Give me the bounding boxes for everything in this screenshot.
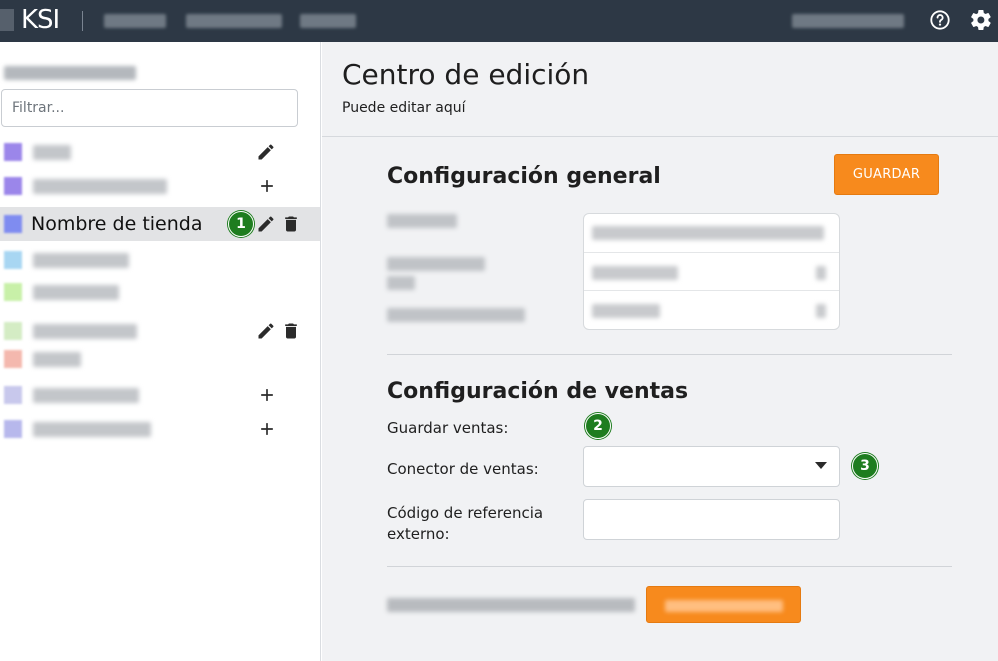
button-label-redacted: [665, 600, 783, 612]
field-value-redacted[interactable]: [592, 226, 824, 240]
delete-icon[interactable]: [281, 321, 301, 341]
sidebar-tree-item[interactable]: [0, 275, 320, 309]
item-label-redacted: [33, 285, 119, 300]
field-label-redacted: [387, 308, 525, 322]
save-button[interactable]: GUARDAR: [834, 154, 939, 195]
edit-icon[interactable]: [256, 214, 276, 234]
sales-config-title: Configuración de ventas: [387, 379, 689, 404]
field-value-redacted[interactable]: [592, 266, 678, 280]
field-label-redacted: [387, 276, 415, 290]
sidebar-tree-item[interactable]: [0, 412, 320, 446]
save-sales-label: Guardar ventas:: [387, 419, 509, 437]
general-config-title: Configuración general: [387, 164, 661, 189]
item-label-redacted: [33, 422, 151, 437]
sidebar-tree-item[interactable]: [0, 243, 320, 277]
page-title: Centro de edición: [342, 58, 590, 91]
item-color-swatch: [4, 420, 22, 438]
step-badge-2: 2: [585, 413, 611, 439]
card-row-divider: [584, 290, 839, 291]
sidebar-title-redacted: [4, 66, 136, 80]
add-icon[interactable]: [257, 385, 277, 405]
section-divider: [387, 354, 952, 355]
filter-input[interactable]: [1, 89, 298, 127]
add-icon[interactable]: [257, 176, 277, 196]
item-label-redacted: [33, 388, 139, 403]
sales-connector-label: Conector de ventas:: [387, 460, 539, 478]
footer-action-button[interactable]: [646, 586, 801, 623]
item-label-redacted: [33, 324, 137, 339]
topbar-separator: [82, 11, 83, 31]
sidebar-tree-item[interactable]: [0, 378, 320, 412]
field-value-redacted: [816, 266, 826, 280]
step-badge-1: 1: [228, 211, 254, 237]
sales-connector-select[interactable]: [583, 446, 840, 487]
item-label-redacted: [33, 179, 167, 194]
sidebar: Nombre de tienda 1: [0, 42, 321, 661]
field-value-redacted: [816, 304, 826, 318]
breadcrumb-item-redacted[interactable]: [104, 14, 166, 28]
gear-icon[interactable]: [969, 8, 993, 32]
item-label-redacted: [33, 253, 129, 268]
logo-mark: [0, 9, 14, 31]
app-logo[interactable]: KSI: [21, 5, 60, 35]
item-color-swatch: [4, 143, 22, 161]
item-label-redacted: [33, 145, 71, 160]
item-color-swatch: [4, 215, 22, 233]
general-fields-card: [583, 213, 840, 330]
main-header: Centro de edición Puede editar aquí: [322, 42, 998, 137]
sidebar-tree-item-selected[interactable]: Nombre de tienda 1: [0, 207, 320, 241]
chevron-down-icon: [815, 462, 827, 469]
external-reference-label: Código de referencia externo:: [387, 504, 544, 543]
external-reference-input[interactable]: [583, 499, 840, 540]
item-color-swatch: [4, 251, 22, 269]
step-badge-3: 3: [852, 453, 878, 479]
field-label-redacted: [387, 214, 457, 228]
edit-icon[interactable]: [256, 142, 276, 162]
help-icon[interactable]: [929, 9, 951, 31]
item-color-swatch: [4, 350, 22, 368]
top-bar: KSI: [0, 0, 998, 42]
page-subtitle: Puede editar aquí: [342, 100, 466, 116]
breadcrumb-item-redacted[interactable]: [186, 14, 282, 28]
user-name-redacted[interactable]: [792, 14, 904, 28]
item-label-redacted: [33, 352, 81, 367]
edit-icon[interactable]: [256, 321, 276, 341]
item-color-swatch: [4, 283, 22, 301]
delete-icon[interactable]: [281, 214, 301, 234]
store-name-label: Nombre de tienda: [31, 213, 203, 235]
sidebar-tree-item[interactable]: [0, 169, 320, 203]
item-color-swatch: [4, 322, 22, 340]
footer-text-redacted: [387, 598, 635, 612]
main-panel: Centro de edición Puede editar aquí Conf…: [322, 42, 998, 661]
section-divider: [387, 566, 952, 567]
sidebar-tree-item[interactable]: [0, 135, 320, 169]
field-label-redacted: [387, 257, 485, 271]
sidebar-tree-item[interactable]: [0, 342, 320, 376]
breadcrumb-item-redacted[interactable]: [300, 14, 356, 28]
add-icon[interactable]: [257, 419, 277, 439]
item-color-swatch: [4, 177, 22, 195]
card-row-divider: [584, 252, 839, 253]
item-color-swatch: [4, 386, 22, 404]
field-value-redacted[interactable]: [592, 304, 660, 318]
